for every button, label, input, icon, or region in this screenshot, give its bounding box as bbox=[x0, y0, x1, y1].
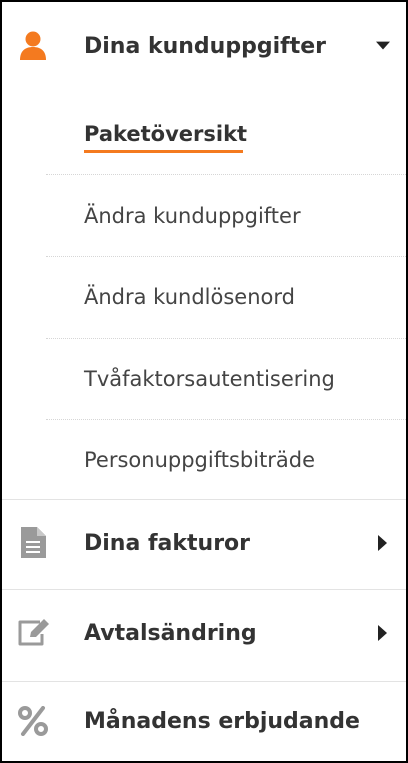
section-monthly-offer[interactable]: Månadens erbjudande bbox=[2, 681, 406, 761]
chevron-right-icon[interactable] bbox=[376, 535, 390, 551]
chevron-down-icon[interactable] bbox=[376, 39, 390, 53]
sidebar-item-edit-customer-details[interactable]: Ändra kunduppgifter bbox=[84, 194, 301, 238]
section-invoices[interactable]: Dina fakturor bbox=[2, 499, 406, 587]
sidebar-item-two-factor[interactable]: Tvåfaktorsautentisering bbox=[84, 357, 335, 401]
percent-icon bbox=[16, 704, 50, 738]
section-offer-label: Månadens erbjudande bbox=[84, 708, 360, 734]
edit-icon bbox=[16, 616, 50, 650]
divider bbox=[46, 256, 406, 257]
chevron-right-icon[interactable] bbox=[376, 625, 390, 641]
sidebar-item-change-password[interactable]: Ändra kundlösenord bbox=[84, 275, 295, 319]
section-contract-change[interactable]: Avtalsändring bbox=[2, 589, 406, 677]
active-indicator bbox=[84, 150, 243, 153]
section-customer-label: Dina kunduppgifter bbox=[84, 33, 326, 59]
account-menu: Dina kunduppgifter Paketöversikt Ändra k… bbox=[0, 0, 408, 763]
divider bbox=[46, 174, 406, 175]
section-customer-details[interactable]: Dina kunduppgifter bbox=[2, 2, 406, 90]
sidebar-item-data-processor[interactable]: Personuppgiftsbiträde bbox=[84, 438, 315, 482]
user-icon bbox=[16, 29, 50, 63]
section-contract-label: Avtalsändring bbox=[84, 620, 257, 646]
section-invoices-label: Dina fakturor bbox=[84, 530, 251, 556]
document-icon bbox=[16, 526, 50, 560]
divider bbox=[46, 419, 406, 420]
divider bbox=[46, 338, 406, 339]
